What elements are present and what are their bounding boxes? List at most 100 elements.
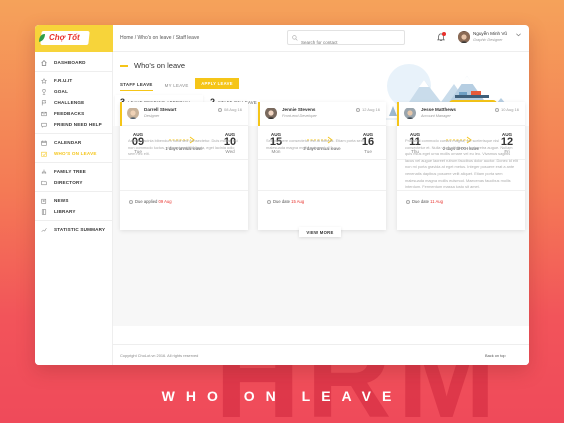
- request-date: 10 Aug 16: [494, 107, 519, 112]
- app-window: Chợ Tốt DASHBOARD F.R.U.IT GOAL CHALLENG…: [35, 25, 529, 365]
- page-title: Who's on leave: [134, 61, 186, 70]
- request-date: 08 Aug 16: [217, 107, 242, 112]
- card-footer: Due date 11 Aug: [397, 190, 525, 218]
- sidebar-item-label: CHALLENGE: [54, 100, 85, 105]
- due-label: Due date: [273, 199, 290, 204]
- sidebar-item-calendar[interactable]: CALENDAR: [35, 137, 113, 148]
- sidebar-item-family-tree[interactable]: FAMILY TREE: [35, 166, 113, 177]
- employee-role: Designer: [144, 114, 160, 118]
- trophy-icon: [42, 88, 46, 95]
- sidebar-item-label: FEEDBACKS: [54, 111, 85, 116]
- sidebar-item-fruit[interactable]: F.R.U.IT: [35, 75, 113, 86]
- avatar-icon: [404, 108, 416, 119]
- sidebar-item-whos-on-leave[interactable]: WHO'S ON LEAVE: [35, 148, 113, 159]
- employee-role: Front-end Developer: [282, 114, 317, 118]
- employee-name[interactable]: Jesse Matthews: [421, 107, 456, 112]
- mail-icon: [41, 111, 47, 116]
- tree-icon: [41, 169, 47, 174]
- due-date: 15 Aug: [291, 199, 305, 204]
- chat-icon: [41, 122, 47, 128]
- avatar-icon: [265, 108, 277, 119]
- sidebar-item-news[interactable]: NEWS: [35, 195, 113, 206]
- sidebar-item-label: GOAL: [54, 89, 69, 94]
- due-date: 11 Aug: [430, 199, 443, 204]
- user-avatar[interactable]: [458, 31, 470, 43]
- clock-icon: [355, 107, 360, 112]
- clock-icon: [217, 107, 222, 112]
- sidebar-divider: [35, 71, 113, 72]
- avatar: [127, 107, 139, 119]
- sidebar-item-label: DASHBOARD: [54, 60, 86, 65]
- card-footer: Due date 15 Aug: [258, 190, 386, 218]
- sidebar-divider: [35, 191, 113, 192]
- employee-name[interactable]: Jennie Stevens: [282, 107, 315, 112]
- sidebar-nav: DASHBOARD F.R.U.IT GOAL CHALLENGE FEEDBA…: [35, 57, 113, 235]
- card-header: Jennie Stevens Front-end Developer 12 Au…: [258, 102, 386, 126]
- top-bar: Home / Who's on leave / Staff leave Nguy…: [113, 25, 529, 52]
- tab-my-leave[interactable]: MY LEAVE: [165, 83, 189, 91]
- sidebar-item-library[interactable]: LIBRARY: [35, 206, 113, 217]
- search-box[interactable]: [287, 30, 405, 49]
- sidebar-divider: [35, 162, 113, 163]
- sidebar-item-dashboard[interactable]: DASHBOARD: [35, 57, 113, 68]
- star-icon: [41, 77, 47, 84]
- employee-role: Account Manager: [421, 114, 451, 118]
- sidebar-divider: [35, 220, 113, 221]
- search-icon: [292, 35, 298, 41]
- leave-description: Aenean lacinia bibendum nulla sed consec…: [128, 138, 238, 157]
- copyright-text: Copyright ChoLot.vn 2016. All rights res…: [120, 353, 199, 358]
- sidebar-item-label: STATISTIC SUMMARY: [54, 227, 106, 232]
- due-label: Due date: [412, 199, 429, 204]
- clock-icon: [129, 199, 133, 204]
- due-info: Due date 15 Aug: [267, 199, 304, 204]
- clock-icon: [406, 199, 410, 204]
- due-label: Due applied: [135, 199, 158, 204]
- view-more-button[interactable]: VIEW MORE: [299, 227, 341, 237]
- title-accent: [120, 65, 128, 67]
- user-avatar-icon: [458, 32, 470, 43]
- sidebar-item-label: NEWS: [54, 198, 69, 203]
- user-name[interactable]: Nguyễn Minh Vũ: [473, 31, 507, 36]
- avatar-icon: [127, 108, 139, 119]
- leave-card[interactable]: Darrell Stewart Designer 08 Aug 16 AUG 0…: [120, 102, 248, 230]
- leave-card[interactable]: Jesse Matthews Account Manager 10 Aug 16…: [397, 102, 525, 230]
- footer: Copyright ChoLot.vn 2016. All rights res…: [113, 326, 529, 365]
- leave-description: Sed posuere consectetur est at lobortis.…: [266, 138, 364, 150]
- avatar: [265, 107, 277, 119]
- apply-leave-button[interactable]: APPLY LEAVE: [195, 78, 239, 89]
- card-accent: [258, 102, 260, 126]
- logo[interactable]: Chợ Tốt: [35, 25, 113, 52]
- sidebar-item-label: FAMILY TREE: [54, 169, 87, 174]
- clock-icon: [494, 107, 499, 112]
- sidebar-item-friend-need-help[interactable]: FRIEND NEED HELP: [35, 119, 113, 130]
- user-role: Graphic Designer: [473, 38, 503, 42]
- search-input[interactable]: [288, 36, 404, 49]
- sidebar-item-goal[interactable]: GOAL: [35, 86, 113, 97]
- sidebar-item-feedbacks[interactable]: FEEDBACKS: [35, 108, 113, 119]
- sidebar-item-label: CALENDAR: [54, 140, 82, 145]
- home-icon: [41, 59, 47, 66]
- request-date-text: 08 Aug 16: [223, 107, 242, 112]
- card-header: Darrell Stewart Designer 08 Aug 16: [120, 102, 248, 126]
- request-date: 12 Aug 16: [355, 107, 380, 112]
- employee-name[interactable]: Darrell Stewart: [144, 107, 176, 112]
- leave-card[interactable]: Jennie Stevens Front-end Developer 12 Au…: [258, 102, 386, 230]
- chart-icon: [41, 227, 47, 232]
- page-caption: WHO ON LEAVE: [161, 388, 403, 404]
- leave-cards-area: Darrell Stewart Designer 08 Aug 16 AUG 0…: [113, 102, 529, 326]
- folder-icon: [41, 180, 47, 185]
- calendar-icon: [41, 140, 47, 146]
- leave-tabs: STAFF LEAVE MY LEAVE: [120, 82, 201, 91]
- breadcrumb[interactable]: Home / Who's on leave / Staff leave: [120, 35, 199, 41]
- back-to-top-link[interactable]: Back on top: [485, 353, 506, 358]
- request-date-text: 12 Aug 16: [361, 107, 380, 112]
- main-content: Who's on leave STAFF LEAVE MY LEAVE APPL…: [113, 52, 529, 365]
- sidebar-item-label: DIRECTORY: [54, 180, 83, 185]
- tab-staff-leave[interactable]: STAFF LEAVE: [120, 82, 153, 91]
- request-date-text: 10 Aug 16: [500, 107, 519, 112]
- footer-divider: [113, 344, 529, 345]
- chevron-down-icon[interactable]: [516, 33, 521, 37]
- sidebar-item-directory[interactable]: DIRECTORY: [35, 177, 113, 188]
- sidebar-item-statistic-summary[interactable]: STATISTIC SUMMARY: [35, 224, 113, 235]
- sidebar-item-challenge[interactable]: CHALLENGE: [35, 97, 113, 108]
